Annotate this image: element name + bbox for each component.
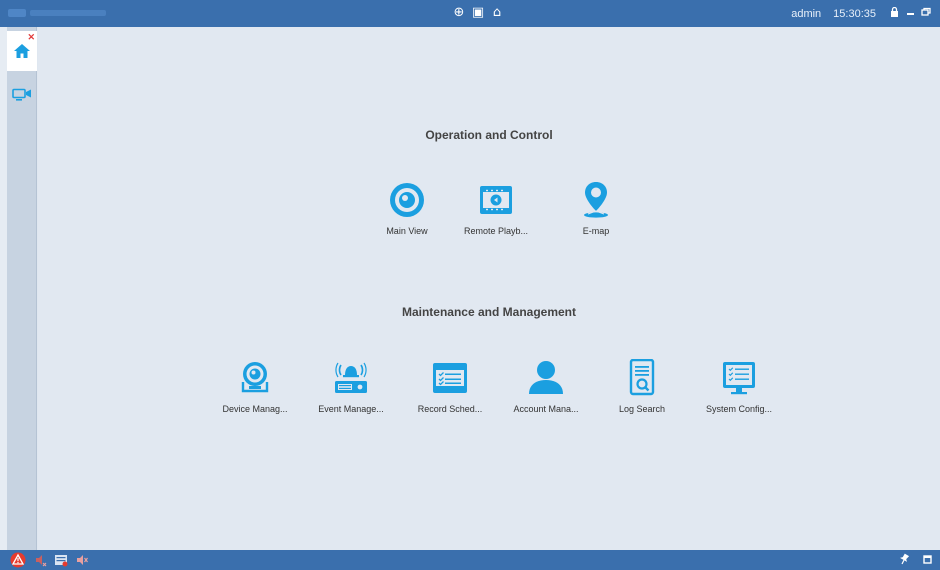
system-config-tile[interactable]: System Config... [694,358,784,414]
tab-main-view[interactable] [7,75,37,115]
schedule-icon [433,363,467,393]
remote-playback-tile[interactable]: Remote Playb... [451,180,541,236]
sidebar: ✕ [7,27,37,550]
restore-icon[interactable] [918,7,934,20]
main-view-tile[interactable]: Main View [362,180,452,236]
pin-icon[interactable] [899,553,909,565]
lock-icon[interactable] [886,6,902,20]
log-search-icon [629,359,655,396]
account-management-tile[interactable]: Account Mana... [501,358,591,414]
user-icon [529,361,563,394]
emap-tile[interactable]: E-map [551,180,641,236]
event-icon[interactable] [54,553,68,567]
alert-icon[interactable] [10,552,26,568]
event-management-tile[interactable]: Event Manage... [306,358,396,414]
clock: 15:30:35 [833,7,876,20]
window-icon[interactable] [923,554,932,564]
main-view-tab-icon [12,88,31,101]
monitor-icon[interactable]: ▣ [471,6,485,20]
status-left-icons [10,552,89,568]
log-search-label: Log Search [618,404,666,414]
operation-title: Operation and Control [425,128,553,142]
app-logo [8,7,108,19]
event-management-label: Event Manage... [318,404,384,414]
record-schedule-tile[interactable]: Record Sched... [405,358,495,414]
alarm-icon [335,362,367,393]
maintenance-title: Maintenance and Management [401,305,577,319]
camera-icon [241,362,269,393]
device-management-label: Device Manag... [222,404,288,414]
speaker-mute-icon[interactable] [75,553,89,567]
device-management-tile[interactable]: Device Manag... [210,358,300,414]
minimize-icon[interactable] [902,7,918,20]
remote-playback-label: Remote Playb... [463,226,529,236]
main-panel: Operation and Control Main View Remote P… [38,27,940,550]
log-search-tile[interactable]: Log Search [597,358,687,414]
username: admin [791,7,822,20]
status-right-icons [899,553,932,565]
title-center-icons: ⊕ ▣ ⌂ [452,6,504,20]
alarm-sound-icon[interactable] [33,553,47,567]
status-bar [0,550,940,570]
record-schedule-label: Record Sched... [417,404,483,414]
remote-playback-icon [480,186,512,214]
emap-label: E-map [582,226,610,236]
title-right: admin 15:30:35 [791,0,934,27]
close-tab-icon[interactable]: ✕ [27,32,35,43]
left-strip [0,27,7,550]
system-config-label: System Config... [705,404,773,414]
home-icon [14,44,30,58]
network-icon[interactable]: ⌂ [490,6,504,20]
account-management-label: Account Mana... [513,404,579,414]
map-pin-icon [584,182,608,218]
title-bar: ⊕ ▣ ⌂ admin 15:30:35 [0,0,940,27]
tab-home[interactable]: ✕ [7,31,37,71]
main-view-icon [390,183,424,217]
main-view-label: Main View [386,226,428,236]
system-config-icon [723,362,755,395]
globe-icon[interactable]: ⊕ [452,6,466,20]
